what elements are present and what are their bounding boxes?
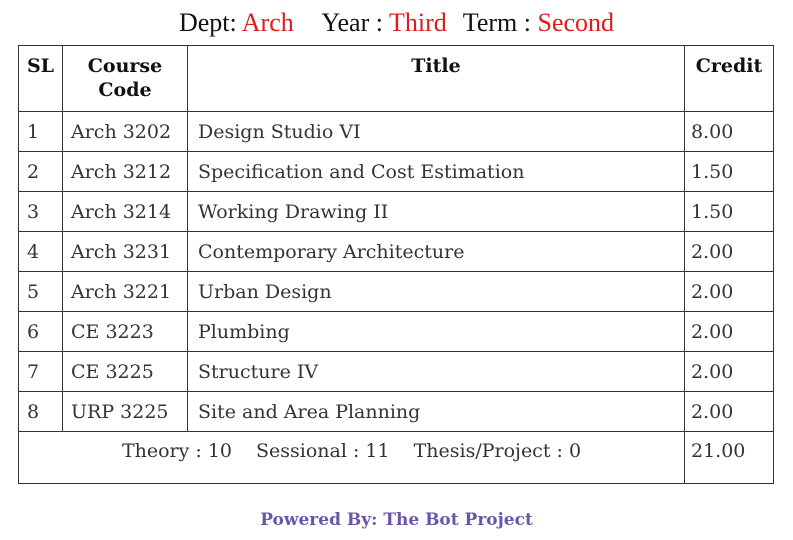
summary-theory: Theory : 10 [121, 440, 233, 462]
header-credit: Credit [684, 45, 774, 112]
cell-course-code: Arch 3231 [62, 231, 188, 272]
year-label: Year : [321, 8, 383, 37]
cell-title: Plumbing [187, 311, 685, 352]
table-row: 7 CE 3225 Structure IV 2.00 [18, 351, 774, 392]
cell-credit: 2.00 [684, 391, 774, 432]
cell-credit: 2.00 [684, 351, 774, 392]
header-course-code: Course Code [62, 45, 188, 112]
table-row: 5 Arch 3221 Urban Design 2.00 [18, 271, 774, 312]
header-title: Title [187, 45, 685, 112]
summary-sessional: Sessional : 11 [256, 440, 390, 462]
cell-title: Urban Design [187, 271, 685, 312]
dept-label: Dept: [178, 8, 237, 37]
cell-title: Specification and Cost Estimation [187, 151, 685, 192]
cell-sl: 8 [18, 391, 63, 432]
cell-credit: 2.00 [684, 311, 774, 352]
cell-title: Working Drawing II [187, 191, 685, 232]
cell-title: Design Studio VI [187, 111, 685, 152]
table-row: 4 Arch 3231 Contemporary Architecture 2.… [18, 231, 774, 272]
term-label: Term : [462, 8, 531, 37]
table-row: 6 CE 3223 Plumbing 2.00 [18, 311, 774, 352]
cell-title: Structure IV [187, 351, 685, 392]
total-credit: 21.00 [684, 431, 774, 484]
powered-by-footer: Powered By: The Bot Project [260, 510, 533, 530]
cell-credit: 2.00 [684, 231, 774, 272]
table-row: 8 URP 3225 Site and Area Planning 2.00 [18, 391, 774, 432]
cell-course-code: Arch 3214 [62, 191, 188, 232]
table-row: 2 Arch 3212 Specification and Cost Estim… [18, 151, 774, 192]
credit-summary: Theory : 10 Sessional : 11 Thesis/Project … [18, 431, 685, 484]
cell-sl: 7 [18, 351, 63, 392]
cell-course-code: Arch 3221 [62, 271, 188, 312]
cell-title: Contemporary Architecture [187, 231, 685, 272]
cell-sl: 3 [18, 191, 63, 232]
cell-sl: 6 [18, 311, 63, 352]
header-sl: SL [18, 45, 63, 112]
year-value: Third [388, 8, 447, 37]
term-value: Second [537, 8, 615, 37]
summary-thesis: Thesis/Project : 0 [413, 440, 582, 462]
cell-sl: 5 [18, 271, 63, 312]
cell-title: Site and Area Planning [187, 391, 685, 432]
table-row: 1 Arch 3202 Design Studio VI 8.00 [18, 111, 774, 152]
course-table: SL Course Code Title Credit 1 Arch 3202 … [18, 45, 774, 484]
summary-row: Theory : 10 Sessional : 11 Thesis/Project … [18, 431, 774, 484]
cell-sl: 4 [18, 231, 63, 272]
cell-course-code: CE 3225 [62, 351, 188, 392]
cell-credit: 8.00 [684, 111, 774, 152]
cell-course-code: URP 3225 [62, 391, 188, 432]
cell-course-code: Arch 3212 [62, 151, 188, 192]
page-heading: Dept: Arch Year : Third Term : Second [0, 6, 793, 40]
cell-course-code: Arch 3202 [62, 111, 188, 152]
cell-credit: 1.50 [684, 191, 774, 232]
dept-value: Arch [241, 8, 294, 37]
table-header-row: SL Course Code Title Credit [18, 45, 774, 112]
header-course-code-line2: Code [98, 79, 152, 101]
header-course-code-line1: Course [87, 55, 163, 77]
cell-sl: 1 [18, 111, 63, 152]
cell-sl: 2 [18, 151, 63, 192]
table-row: 3 Arch 3214 Working Drawing II 1.50 [18, 191, 774, 232]
cell-credit: 2.00 [684, 271, 774, 312]
cell-credit: 1.50 [684, 151, 774, 192]
cell-course-code: CE 3223 [62, 311, 188, 352]
